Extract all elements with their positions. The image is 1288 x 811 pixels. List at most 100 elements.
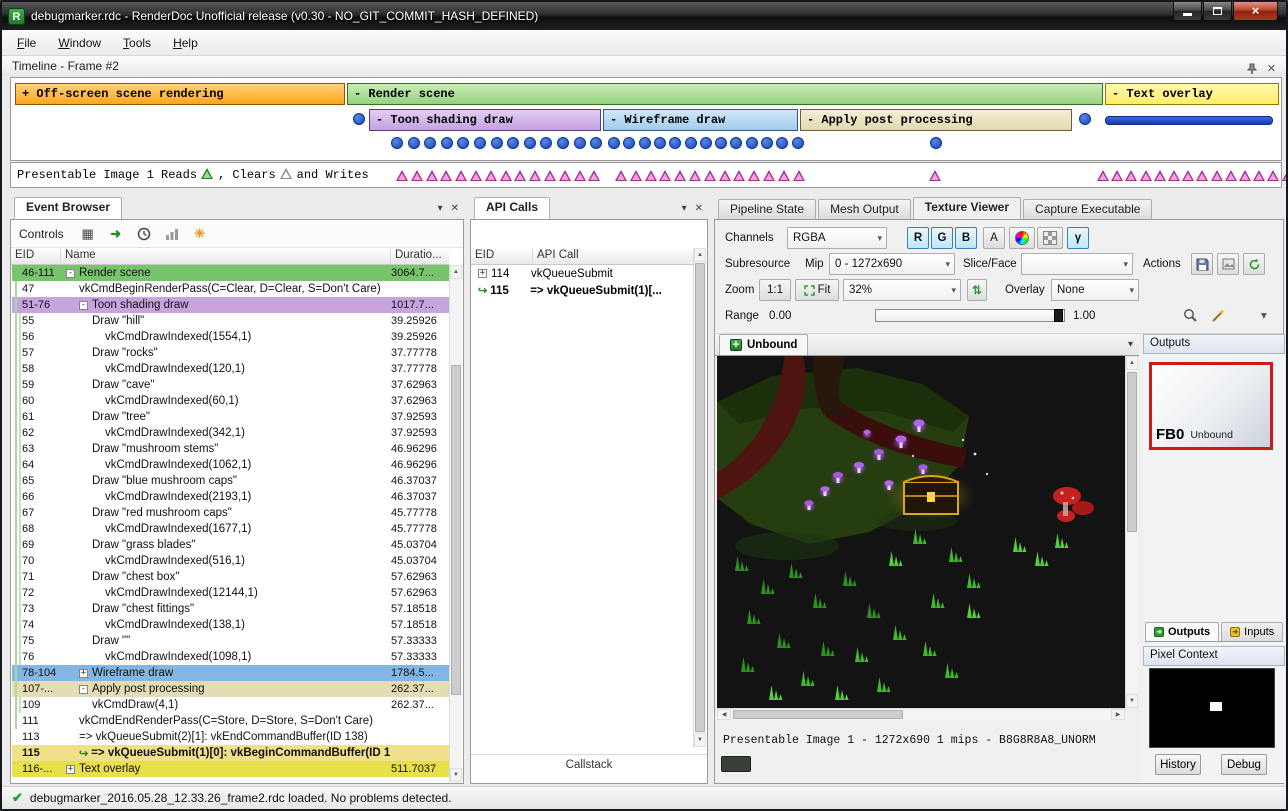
draw-call-dot[interactable] [608,137,620,149]
custom-display-button[interactable] [1009,227,1035,249]
close-button[interactable]: × [1233,2,1278,21]
refresh-button[interactable] [1243,253,1265,275]
scrollbar-thumb[interactable] [451,365,461,695]
draw-call-dot[interactable] [1079,113,1091,125]
draw-call-dot[interactable] [776,137,788,149]
write-marker-triangle[interactable] [778,170,791,181]
zoom-range-button[interactable] [1183,308,1198,323]
event-row[interactable]: 64 vkCmdDrawIndexed(1062,1) 46.96296 [12,457,449,473]
draw-call-dot[interactable] [930,137,942,149]
write-marker-triangle[interactable] [1111,170,1124,181]
outputs-header[interactable]: Outputs [1143,334,1285,354]
scroll-up-icon[interactable]: ▲ [450,265,462,279]
write-marker-triangle[interactable] [574,170,587,181]
write-marker-triangle[interactable] [659,170,672,181]
write-marker-triangle[interactable] [1154,170,1167,181]
write-marker-triangle[interactable] [763,170,776,181]
event-row[interactable]: 51-76 - Toon shading draw 1017.7... [12,297,449,313]
draw-call-dot[interactable] [685,137,697,149]
draw-call-dot[interactable] [700,137,712,149]
tab-list-icon[interactable]: ▾ [438,203,443,215]
toolbar-overflow-icon[interactable]: ▾ [1261,304,1267,328]
texture-vertical-scrollbar[interactable]: ▲ ▼ [1125,356,1138,708]
event-row[interactable]: 55 Draw "hill" 39.25926 [12,313,449,329]
scroll-down-icon[interactable]: ▼ [1126,694,1138,708]
draw-call-dot[interactable] [353,113,365,125]
event-row[interactable]: 111 vkCmdEndRenderPass(C=Store, D=Store,… [12,713,449,729]
write-marker-triangle[interactable] [1168,170,1181,181]
range-slider-thumb[interactable] [1054,309,1063,322]
panel-tab[interactable]: Capture Executable [1023,199,1152,219]
scrollbar-thumb[interactable] [733,710,903,719]
draw-call-dot[interactable] [590,137,602,149]
texture-tab-list-icon[interactable]: ▾ [1128,339,1133,350]
write-marker-triangle[interactable] [1225,170,1238,181]
draw-call-dot[interactable] [540,137,552,149]
panel-tab[interactable]: Mesh Output [818,199,911,219]
history-button[interactable]: History [1155,754,1201,775]
save-texture-button[interactable] [1191,253,1213,275]
menu-item[interactable]: Help [162,31,209,55]
jump-to-eid-icon[interactable]: ➜ [108,226,124,242]
maximize-button[interactable] [1203,2,1232,21]
event-row[interactable]: 74 vkCmdDrawIndexed(138,1) 57.18518 [12,617,449,633]
expander[interactable]: - [79,301,88,310]
open-texture-list-button[interactable] [1217,253,1239,275]
write-marker-triangle[interactable] [689,170,702,181]
scrollbar-thumb[interactable] [695,263,705,732]
tab-list-icon[interactable]: ▾ [682,203,687,215]
write-marker-triangle[interactable] [396,170,409,181]
column-eid[interactable]: EID [11,248,61,264]
write-marker-triangle[interactable] [1282,170,1288,181]
timeline-marker-bar[interactable]: + Off-screen scene rendering [15,83,345,105]
write-marker-triangle[interactable] [733,170,746,181]
write-marker-triangle[interactable] [411,170,424,181]
write-marker-triangle[interactable] [485,170,498,181]
menu-item[interactable]: Tools [112,31,162,55]
write-marker-triangle[interactable] [630,170,643,181]
event-row[interactable]: 46-111 - Render scene 3064.7... [12,265,449,281]
close-panel-icon[interactable]: ✕ [451,203,459,215]
column-name[interactable]: Name [61,248,391,264]
draw-call-dot[interactable] [639,137,651,149]
write-marker-triangle[interactable] [674,170,687,181]
event-row[interactable]: 71 Draw "chest box" 57.62963 [12,569,449,585]
event-row[interactable]: 69 Draw "grass blades" 45.03704 [12,537,449,553]
channels-select[interactable]: RGBA [787,227,887,249]
write-marker-triangle[interactable] [544,170,557,181]
channel-a-button[interactable]: A [983,227,1005,249]
grid-icon[interactable]: ▦ [80,226,96,242]
channel-b-button[interactable]: B [955,227,977,249]
minimize-button[interactable] [1173,2,1202,21]
scrollbar-thumb[interactable] [1127,372,1137,532]
text-overlay-activity-bar[interactable] [1105,116,1273,125]
panel-tab[interactable]: Pipeline State [718,199,816,219]
draw-call-dot[interactable] [574,137,586,149]
fb0-thumbnail[interactable]: FB0 Unbound [1149,362,1273,450]
event-row[interactable]: 78-104 + Wireframe draw 1784.5... [12,665,449,681]
channel-r-button[interactable]: R [907,227,929,249]
write-marker-triangle[interactable] [426,170,439,181]
write-marker-triangle[interactable] [1097,170,1110,181]
zoom-1to1-button[interactable]: 1:1 [759,279,791,301]
titlebar[interactable]: R debugmarker.rdc - RenderDoc Unofficial… [2,2,1286,30]
write-marker-triangle[interactable] [748,170,761,181]
scroll-right-icon[interactable]: ▶ [1111,709,1125,720]
overlay-select[interactable]: None [1051,279,1139,301]
draw-call-dot[interactable] [491,137,503,149]
write-marker-triangle[interactable] [929,170,942,181]
draw-call-dot[interactable] [654,137,666,149]
event-row[interactable]: 59 Draw "cave" 37.62963 [12,377,449,393]
event-row[interactable]: 73 Draw "chest fittings" 57.18518 [12,601,449,617]
event-row[interactable]: 67 Draw "red mushroom caps" 45.77778 [12,505,449,521]
bookmark-icon[interactable]: ✳ [192,226,208,242]
event-row[interactable]: 66 vkCmdDrawIndexed(2193,1) 46.37037 [12,489,449,505]
write-marker-triangle[interactable] [719,170,732,181]
write-marker-triangle[interactable] [645,170,658,181]
event-row[interactable]: 109 vkCmdDraw(4,1) 262.37... [12,697,449,713]
event-row[interactable]: 70 vkCmdDrawIndexed(516,1) 45.03704 [12,553,449,569]
scroll-up-icon[interactable]: ▲ [1126,356,1138,370]
draw-call-dot[interactable] [623,137,635,149]
texture-tab-unbound[interactable]: ✛ Unbound [719,334,808,355]
background-checker-button[interactable] [1037,227,1063,249]
